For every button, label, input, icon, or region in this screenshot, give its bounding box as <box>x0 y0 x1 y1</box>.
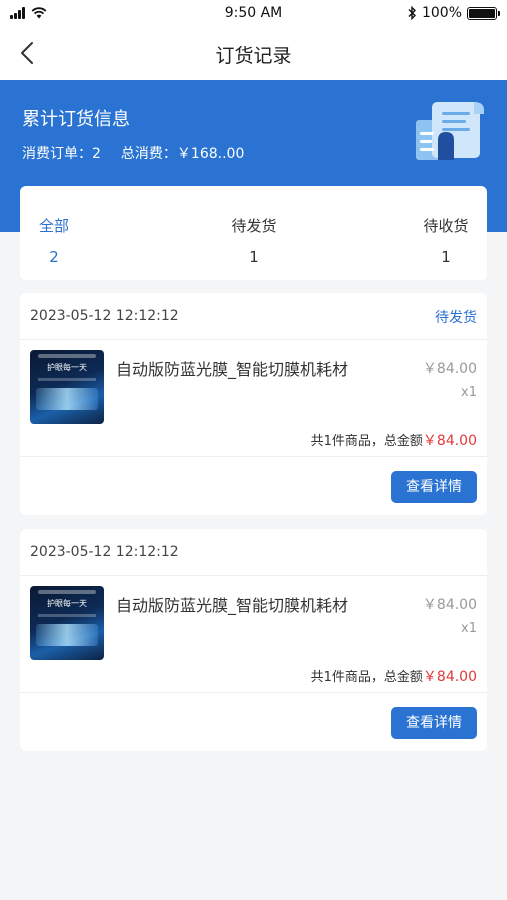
product-quantity: x1 <box>461 621 477 636</box>
view-details-button[interactable]: 查看详情 <box>391 471 477 503</box>
order-total-text: 共1件商品，总金额 <box>310 670 423 685</box>
tab-count: 1 <box>441 248 451 266</box>
total-spend-label: 总消费：￥168..00 <box>120 146 245 162</box>
product-price: ￥84.00 <box>422 361 477 377</box>
order-card: 2023-05-12 12:12:12 待发货 护眼每一天 自动版防蓝光膜_智能… <box>20 293 487 515</box>
order-total-text: 共1件商品，总金额 <box>310 434 423 449</box>
order-header: 2023-05-12 12:12:12 <box>20 529 487 576</box>
tab-count: 2 <box>49 248 59 266</box>
order-total: 共1件商品，总金额￥84.00 <box>311 430 477 450</box>
status-bar: 9:50 AM 100% <box>0 0 507 26</box>
order-total-amount: ￥84.00 <box>422 669 477 685</box>
product-thumbnail[interactable]: 护眼每一天 <box>30 350 104 424</box>
order-status: 待发货 <box>435 310 477 326</box>
product-price: ￥84.00 <box>422 597 477 613</box>
battery-percent: 100% <box>421 5 462 21</box>
document-stack-icon <box>416 102 484 160</box>
order-card: 2023-05-12 12:12:12 护眼每一天 自动版防蓝光膜_智能切膜机耗… <box>20 529 487 751</box>
bluetooth-icon <box>408 6 416 20</box>
order-total: 共1件商品，总金额￥84.00 <box>311 666 477 686</box>
battery-icon <box>467 6 500 20</box>
wifi-icon <box>31 7 47 19</box>
page-title: 订货记录 <box>215 45 292 67</box>
tab-count: 1 <box>249 248 259 266</box>
order-summary-card: 全部 2 待发货 1 待收货 1 <box>20 186 487 280</box>
tab-label: 待收货 <box>423 217 469 235</box>
signal-icon <box>10 7 25 19</box>
tab-label: 待发货 <box>231 217 277 235</box>
status-right: 100% <box>407 5 500 21</box>
thumb-caption: 护眼每一天 <box>47 599 87 608</box>
nav-bar: 订货记录 <box>0 26 507 80</box>
thumb-caption: 护眼每一天 <box>47 363 87 372</box>
divider <box>20 456 487 457</box>
order-time: 2023-05-12 12:12:12 <box>30 308 179 324</box>
order-time: 2023-05-12 12:12:12 <box>30 544 179 560</box>
product-thumbnail[interactable]: 护眼每一天 <box>30 586 104 660</box>
status-left <box>10 7 47 19</box>
product-name[interactable]: 自动版防蓝光膜_智能切膜机耗材 <box>116 356 348 380</box>
tab-all[interactable]: 全部 2 <box>38 215 70 266</box>
orders-count-label: 消费订单：2 <box>22 146 101 162</box>
tab-pending-shipment[interactable]: 待发货 1 <box>228 215 280 266</box>
order-total-amount: ￥84.00 <box>422 433 477 449</box>
tab-pending-receipt[interactable]: 待收货 1 <box>420 215 472 266</box>
order-header: 2023-05-12 12:12:12 待发货 <box>20 293 487 340</box>
banner-stats: 消费订单：2 总消费：￥168..00 <box>22 143 244 163</box>
product-name[interactable]: 自动版防蓝光膜_智能切膜机耗材 <box>116 592 348 616</box>
view-details-button[interactable]: 查看详情 <box>391 707 477 739</box>
tab-label: 全部 <box>38 217 69 235</box>
divider <box>20 692 487 693</box>
product-quantity: x1 <box>461 385 477 400</box>
banner-title: 累计订货信息 <box>22 109 130 130</box>
